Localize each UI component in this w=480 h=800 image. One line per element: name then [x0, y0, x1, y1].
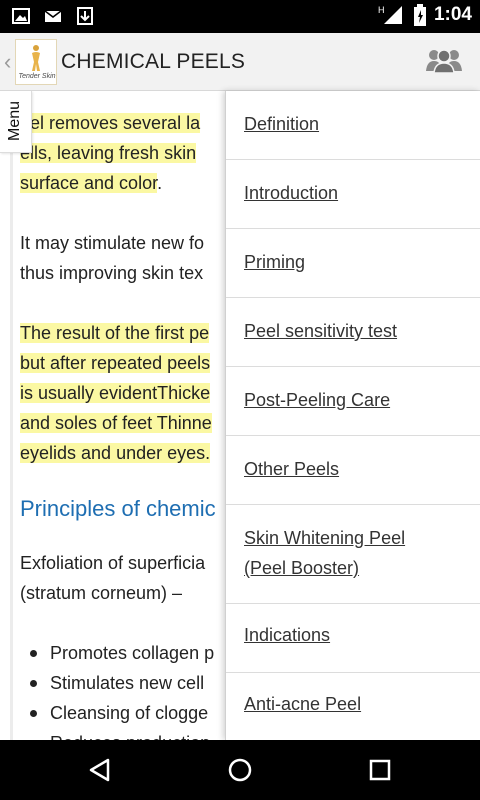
drawer-item-anti-acne-peel[interactable]: Anti-acne Peel — [226, 673, 480, 740]
menu-tab-button[interactable]: Menu — [0, 91, 32, 153]
back-chevron-icon[interactable]: ‹ — [4, 49, 11, 75]
home-icon[interactable] — [226, 756, 254, 784]
recents-icon[interactable] — [366, 756, 394, 784]
list-item: Promotes collagen p — [30, 638, 214, 668]
paragraph-4: Exfoliation of superficia (stratum corne… — [20, 548, 205, 608]
signal-icon: H — [378, 5, 402, 24]
page-title: CHEMICAL PEELS — [61, 50, 246, 73]
paragraph-3-line: but after repeated peels — [20, 353, 211, 373]
drawer-item-label[interactable]: Other Peels — [244, 454, 339, 484]
drawer-item-post-peeling-care[interactable]: Post-Peeling Care — [226, 367, 480, 436]
paragraph-1-period: . — [157, 173, 163, 193]
drawer-item-definition[interactable]: Definition — [226, 91, 480, 160]
paragraph-3-line: eyelids and under eyes. — [20, 443, 211, 463]
app-logo[interactable]: Tender Skin — [15, 39, 57, 85]
paragraph-3-line: and soles of feet Thinne — [20, 413, 212, 433]
status-time: 1:04 — [433, 4, 472, 25]
svg-text:H: H — [378, 5, 385, 15]
drawer-item-label[interactable]: (Peel Booster) — [244, 553, 359, 583]
drawer-item-label[interactable]: Peel sensitivity test — [244, 316, 397, 346]
paragraph-4-line: (stratum corneum) – — [20, 583, 183, 603]
list-item: Stimulates new cell — [30, 668, 214, 698]
drawer-item-indications[interactable]: Indications — [226, 604, 480, 673]
section-heading: Principles of chemic — [20, 496, 216, 521]
paragraph-1-line: eel removes several la — [20, 113, 201, 133]
drawer-item-other-peels[interactable]: Other Peels — [226, 436, 480, 505]
drawer-item-priming[interactable]: Priming — [226, 229, 480, 298]
paragraph-3: The result of the first pe but after rep… — [20, 318, 212, 468]
drawer-item-label[interactable]: Introduction — [244, 178, 338, 208]
mail-icon — [44, 10, 62, 22]
drawer-item-skin-whitening-peel[interactable]: Skin Whitening Peel (Peel Booster) — [226, 505, 480, 604]
paragraph-1-line: surface and color — [20, 173, 158, 193]
status-bar: H 1:04 — [0, 0, 480, 33]
content-side-rule — [10, 153, 13, 740]
drawer-item-label[interactable]: Priming — [244, 247, 305, 277]
battery-icon — [413, 4, 426, 26]
paragraph-3-line: is usually evidentThicke — [20, 383, 211, 403]
drawer-item-label[interactable]: Definition — [244, 109, 319, 139]
navigation-drawer[interactable]: Definition Introduction Priming Peel sen… — [225, 91, 480, 740]
paragraph-4-line: Exfoliation of superficia — [20, 553, 206, 573]
paragraph-3-line: The result of the first pe — [20, 323, 210, 343]
list-item: Cleansing of clogge — [30, 698, 214, 728]
download-icon — [77, 7, 93, 25]
paragraph-2: It may stimulate new fo thus improving s… — [20, 228, 204, 288]
drawer-item-label[interactable]: Indications — [244, 620, 330, 650]
logo-figure-icon — [32, 45, 40, 71]
paragraph-1-line: ells, leaving fresh skin — [20, 143, 197, 163]
drawer-item-label[interactable]: Post-Peeling Care — [244, 385, 390, 415]
paragraph-2-line: It may stimulate new fo — [20, 233, 205, 253]
group-icon[interactable] — [426, 47, 462, 73]
drawer-item-introduction[interactable]: Introduction — [226, 160, 480, 229]
logo-text: Tender Skin — [18, 73, 56, 80]
paragraph-1: eel removes several la ells, leaving fre… — [20, 108, 201, 198]
drawer-item-label[interactable]: Anti-acne Peel — [244, 689, 361, 719]
image-icon — [12, 8, 30, 24]
app-bar: ‹ Tender Skin CHEMICAL PEELS — [0, 33, 480, 91]
drawer-item-label[interactable]: Skin Whitening Peel — [244, 523, 405, 553]
bullet-list: Promotes collagen p Stimulates new cell … — [30, 638, 214, 740]
list-item: Reduces production — [30, 728, 214, 740]
menu-tab-label: Menu — [6, 100, 23, 141]
paragraph-2-line: thus improving skin tex — [20, 263, 204, 283]
system-nav-bar — [0, 740, 480, 800]
back-icon[interactable] — [86, 756, 114, 784]
drawer-item-peel-sensitivity-test[interactable]: Peel sensitivity test — [226, 298, 480, 367]
